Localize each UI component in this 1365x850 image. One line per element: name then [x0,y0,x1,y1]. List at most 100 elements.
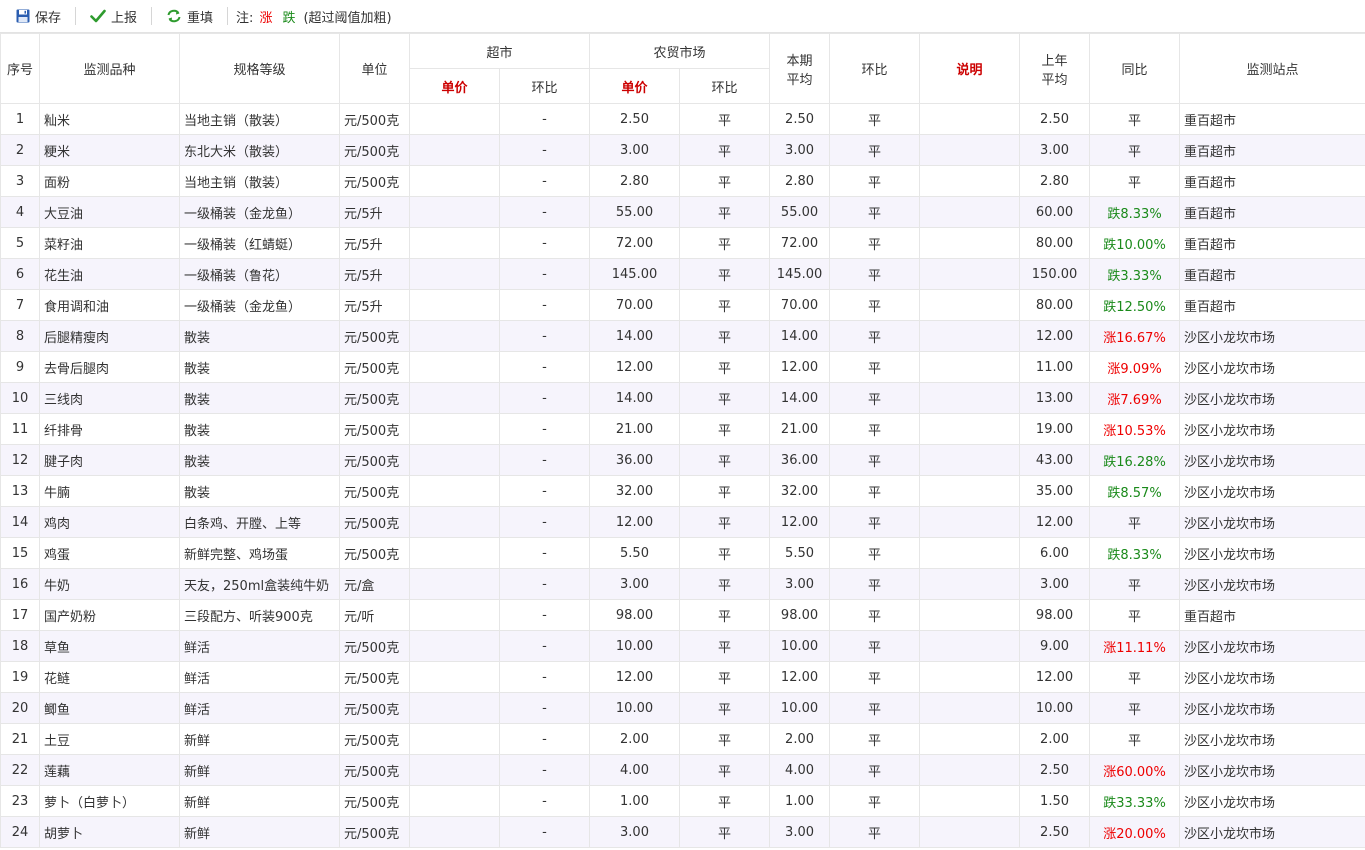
cell-period-average: 2.50 [769,103,831,135]
cell-market-price[interactable]: 12.00 [589,351,681,383]
cell-note[interactable] [919,661,1021,693]
cell-market-price[interactable]: 55.00 [589,196,681,228]
header-last-year-line2: 平均 [1041,72,1068,88]
cell-supermarket-mom: - [498,661,591,693]
cell-note[interactable] [919,723,1021,755]
cell-market-mom: 平 [679,351,771,383]
cell-note[interactable] [919,537,1021,569]
cell-market-price[interactable]: 10.00 [589,692,681,724]
cell-note[interactable] [919,475,1021,507]
cell-supermarket-price[interactable] [409,382,500,414]
cell-note[interactable] [919,444,1021,476]
cell-supermarket-price[interactable] [409,227,500,259]
cell-unit: 元/500克 [339,754,410,786]
cell-note[interactable] [919,258,1021,290]
cell-market-price[interactable]: 2.80 [589,165,681,197]
cell-note[interactable] [919,630,1021,662]
cell-market-price[interactable]: 36.00 [589,444,681,476]
cell-note[interactable] [919,320,1021,352]
cell-note[interactable] [919,599,1021,631]
cell-note[interactable] [919,134,1021,166]
header-period-average: 本期 平均 [769,33,831,104]
refill-button[interactable]: 重填 [160,0,219,33]
cell-market-price[interactable]: 2.50 [589,103,681,135]
cell-market-price[interactable]: 98.00 [589,599,681,631]
cell-market-price[interactable]: 70.00 [589,289,681,321]
cell-note[interactable] [919,413,1021,445]
cell-station: 沙区小龙坎市场 [1179,444,1365,476]
cell-note[interactable] [919,506,1021,538]
cell-market-price[interactable]: 3.00 [589,568,681,600]
cell-note[interactable] [919,382,1021,414]
table-row: 16 牛奶 天友，250ml盒装纯牛奶 元/盒 -3.00 平 3.00 平 3.00 平沙区小龙… [0,568,1365,600]
cell-supermarket-price[interactable] [409,754,500,786]
cell-note[interactable] [919,227,1021,259]
cell-note[interactable] [919,785,1021,817]
cell-supermarket-price[interactable] [409,165,500,197]
cell-supermarket-price[interactable] [409,785,500,817]
header-item: 监测品种 [39,33,180,104]
cell-mom: 平 [829,506,921,538]
cell-yoy: 跌8.33% [1089,196,1181,228]
cell-supermarket-price[interactable] [409,196,500,228]
cell-supermarket-price[interactable] [409,320,500,352]
save-button[interactable]: 保存 [10,0,67,33]
cell-supermarket-price[interactable] [409,723,500,755]
cell-market-price[interactable]: 14.00 [589,320,681,352]
cell-supermarket-price[interactable] [409,444,500,476]
cell-station: 沙区小龙坎市场 [1179,320,1365,352]
cell-market-price[interactable]: 145.00 [589,258,681,290]
cell-note[interactable] [919,568,1021,600]
header-yoy: 同比 [1089,33,1181,104]
cell-supermarket-price[interactable] [409,661,500,693]
cell-market-price[interactable]: 5.50 [589,537,681,569]
cell-supermarket-price[interactable] [409,413,500,445]
cell-supermarket-price[interactable] [409,351,500,383]
cell-station: 沙区小龙坎市场 [1179,816,1365,848]
cell-market-price[interactable]: 1.00 [589,785,681,817]
cell-supermarket-price[interactable] [409,475,500,507]
cell-note[interactable] [919,692,1021,724]
cell-market-price[interactable]: 14.00 [589,382,681,414]
save-label: 保存 [35,10,62,26]
cell-item: 莲藕 [39,754,180,786]
cell-note[interactable] [919,196,1021,228]
cell-market-mom: 平 [679,320,771,352]
cell-supermarket-price[interactable] [409,258,500,290]
cell-station: 沙区小龙坎市场 [1179,785,1365,817]
cell-spec: 散装 [179,444,340,476]
cell-supermarket-price[interactable] [409,289,500,321]
cell-market-price[interactable]: 32.00 [589,475,681,507]
cell-market-price[interactable]: 2.00 [589,723,681,755]
cell-note[interactable] [919,165,1021,197]
cell-supermarket-price[interactable] [409,630,500,662]
cell-note[interactable] [919,289,1021,321]
cell-supermarket-price[interactable] [409,134,500,166]
cell-unit: 元/500克 [339,382,410,414]
cell-note[interactable] [919,816,1021,848]
cell-market-price[interactable]: 3.00 [589,816,681,848]
cell-supermarket-price[interactable] [409,537,500,569]
cell-spec: 一级桶装（红蜻蜓） [179,227,340,259]
cell-supermarket-price[interactable] [409,568,500,600]
report-button[interactable]: 上报 [84,0,143,33]
cell-item: 三线肉 [39,382,180,414]
cell-market-price[interactable]: 12.00 [589,661,681,693]
cell-seq: 7 [0,289,40,321]
cell-market-price[interactable]: 12.00 [589,506,681,538]
cell-market-price[interactable]: 4.00 [589,754,681,786]
cell-note[interactable] [919,754,1021,786]
cell-market-price[interactable]: 3.00 [589,134,681,166]
cell-supermarket-price[interactable] [409,599,500,631]
cell-note[interactable] [919,351,1021,383]
cell-market-price[interactable]: 72.00 [589,227,681,259]
cell-supermarket-price[interactable] [409,506,500,538]
cell-market-price[interactable]: 21.00 [589,413,681,445]
cell-spec: 新鲜 [179,754,340,786]
cell-note[interactable] [919,103,1021,135]
checkmark-icon [90,9,106,23]
cell-supermarket-price[interactable] [409,816,500,848]
cell-supermarket-price[interactable] [409,692,500,724]
cell-supermarket-price[interactable] [409,103,500,135]
cell-market-price[interactable]: 10.00 [589,630,681,662]
